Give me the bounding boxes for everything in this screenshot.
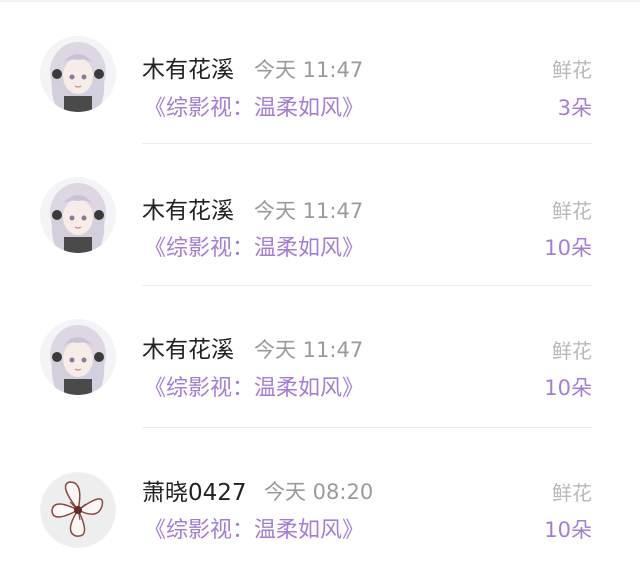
list-item[interactable]: 萧晓0427 今天 08:20 《综影视：温柔如风》 鲜花 10朵: [0, 428, 640, 570]
gift-count: 3朵: [557, 96, 592, 120]
user-name[interactable]: 木有花溪: [142, 59, 234, 82]
anime-girl-avatar-icon[interactable]: [40, 319, 116, 395]
book-title-link[interactable]: 《综影视：温柔如风》: [144, 238, 364, 260]
flower-avatar-icon[interactable]: [40, 472, 116, 548]
timestamp: 今天 11:47: [254, 199, 364, 223]
gift-count: 10朵: [544, 376, 592, 400]
timestamp: 今天 11:47: [254, 58, 364, 82]
list-item[interactable]: 木有花溪 今天 11:47 《综影视：温柔如风》 鲜花 3朵: [0, 2, 640, 144]
gift-type-label: 鲜花: [552, 481, 592, 505]
user-name[interactable]: 木有花溪: [142, 339, 234, 362]
gift-type-label: 鲜花: [552, 199, 592, 223]
book-title-link[interactable]: 《综影视：温柔如风》: [144, 378, 364, 400]
list-item[interactable]: 木有花溪 今天 11:47 《综影视：温柔如风》 鲜花 10朵: [0, 144, 640, 286]
gift-type-label: 鲜花: [552, 58, 592, 82]
gift-count: 10朵: [544, 518, 592, 542]
anime-girl-avatar-icon[interactable]: [40, 177, 116, 253]
timestamp: 今天 11:47: [254, 338, 364, 362]
book-title-link[interactable]: 《综影视：温柔如风》: [144, 520, 364, 542]
anime-girl-avatar-icon[interactable]: [40, 36, 116, 112]
timestamp: 今天 08:20: [264, 480, 374, 504]
gift-type-label: 鲜花: [552, 339, 592, 363]
user-name[interactable]: 萧晓0427: [142, 482, 247, 505]
list-item[interactable]: 木有花溪 今天 11:47 《综影视：温柔如风》 鲜花 10朵: [0, 286, 640, 428]
gift-count: 10朵: [544, 236, 592, 260]
user-name[interactable]: 木有花溪: [142, 200, 234, 223]
book-title-link[interactable]: 《综影视：温柔如风》: [144, 98, 364, 120]
